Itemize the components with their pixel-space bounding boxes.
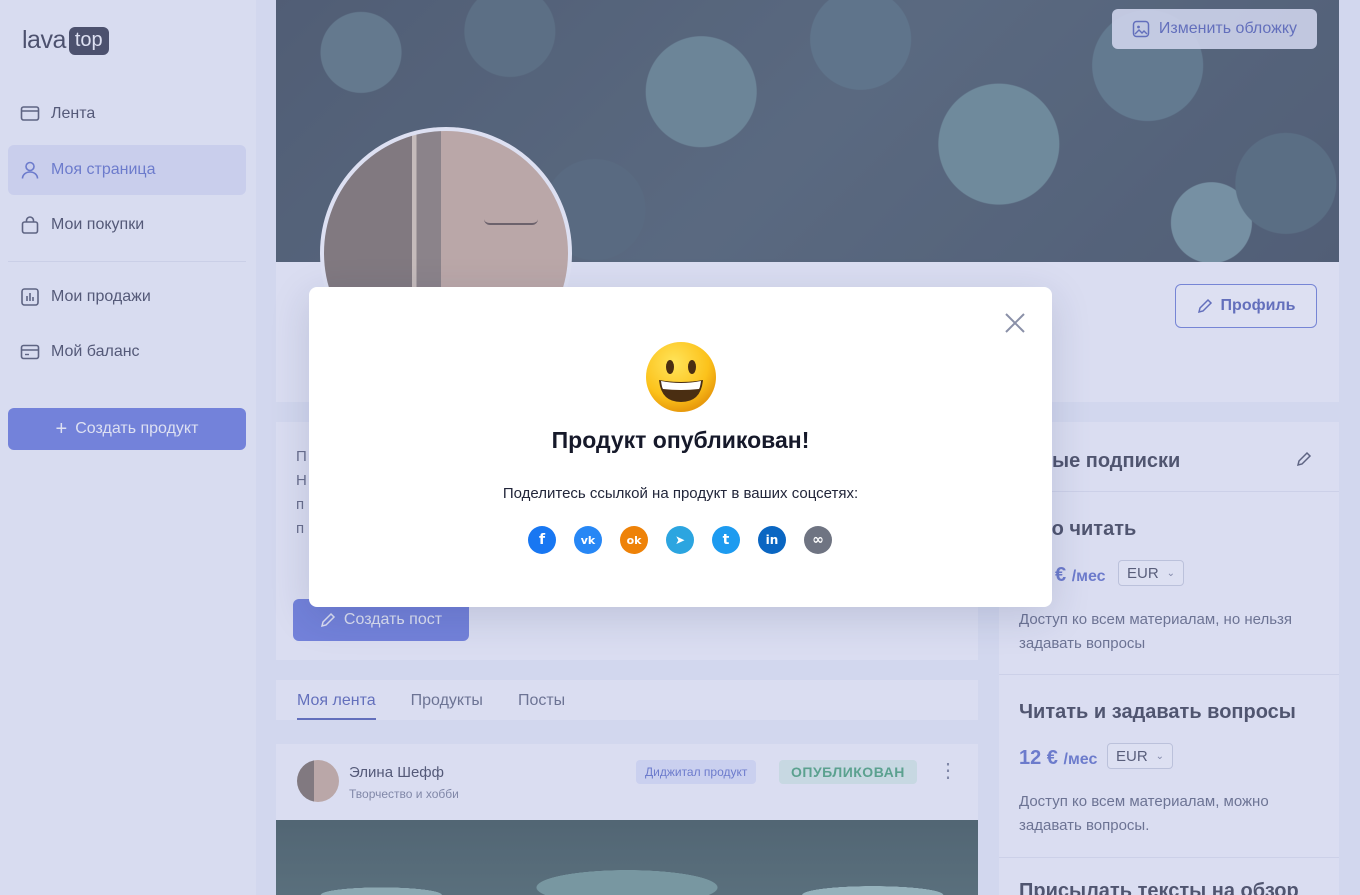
published-modal: Продукт опубликован! Поделитесь ссылкой … [309,287,1052,607]
telegram-icon[interactable]: ➤ [666,526,694,554]
modal-text: Поделитесь ссылкой на продукт в ваших со… [502,485,859,502]
twitter-icon[interactable]: t [712,526,740,554]
close-icon[interactable] [1003,311,1027,335]
vk-icon[interactable]: vk [574,526,602,554]
share-buttons: f vk ok ➤ t in ∞ [528,526,832,554]
linkedin-icon[interactable]: in [758,526,786,554]
facebook-icon[interactable]: f [528,526,556,554]
modal-title: Продукт опубликован! [551,427,810,453]
copy-link-icon[interactable]: ∞ [804,526,832,554]
grinning-face-icon [646,342,716,412]
odnoklassniki-icon[interactable]: ok [620,526,648,554]
